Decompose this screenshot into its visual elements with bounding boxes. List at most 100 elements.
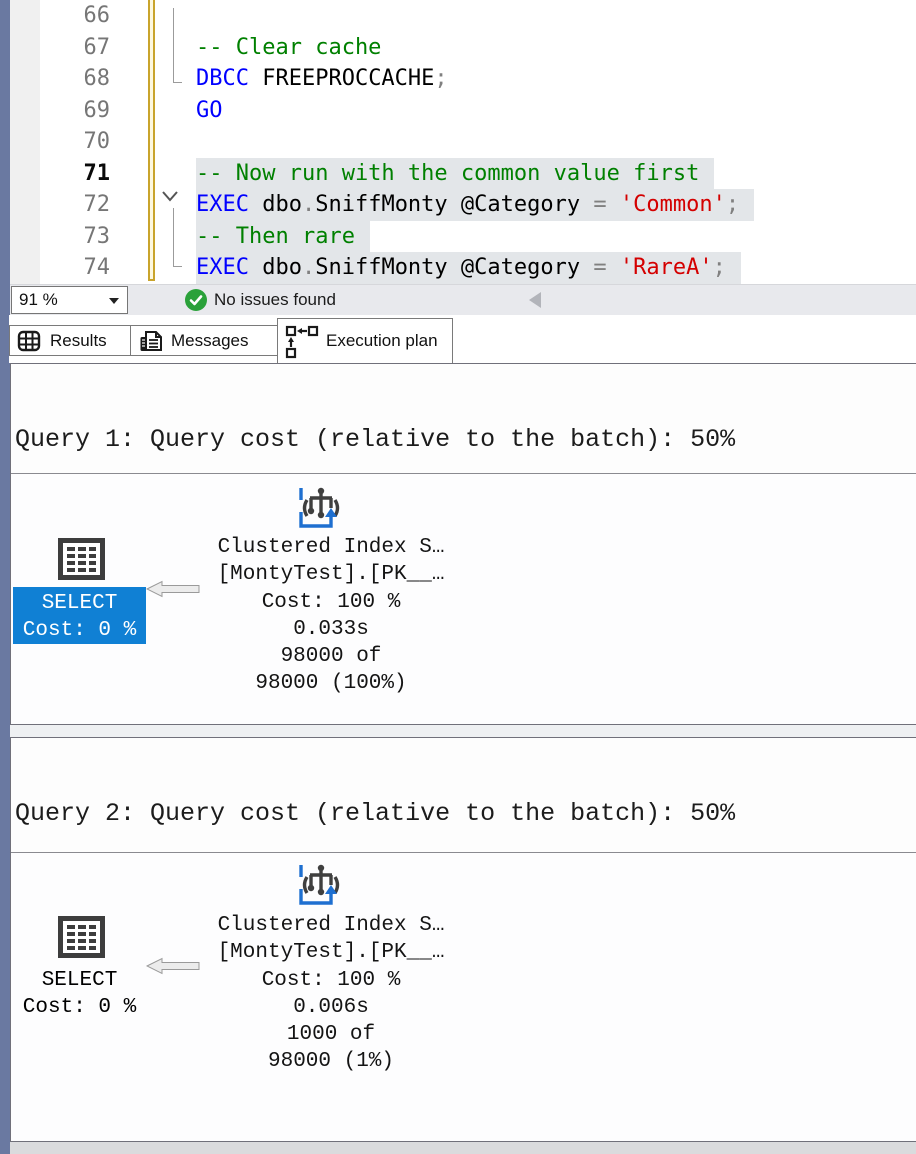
- line-number: 72: [10, 189, 110, 221]
- scan-rows-of: 1000 of: [141, 1021, 521, 1048]
- query2-plan-panel[interactable]: Query 2: Query cost (relative to the bat…: [10, 737, 916, 1142]
- ssms-window: 6667-- Clear cache68DBCC FREEPROCCACHE;6…: [0, 0, 916, 1154]
- token-keyword: GO: [196, 98, 223, 123]
- code-text[interactable]: EXEC dbo.SniffMonty @Category = 'Common'…: [196, 189, 754, 221]
- scan-rows-total: 98000 (100%): [141, 670, 521, 697]
- editor-line-66[interactable]: 66: [10, 0, 916, 32]
- token-op: ;: [713, 255, 726, 280]
- token-op: .: [302, 192, 315, 217]
- query1-statement-header[interactable]: Query 1: Query cost (relative to the bat…: [11, 364, 916, 474]
- line-number: 74: [10, 252, 110, 284]
- line-number: 67: [10, 32, 110, 64]
- sql-editor[interactable]: 6667-- Clear cache68DBCC FREEPROCCACHE;6…: [10, 0, 916, 284]
- code-text[interactable]: GO: [196, 95, 223, 127]
- results-tab-bar: Results Messages: [9, 315, 916, 363]
- outline-bracket[interactable]: [173, 208, 174, 266]
- token-plain: dbo: [249, 255, 302, 280]
- editor-line-70[interactable]: 70: [10, 126, 916, 158]
- scan-operator-name: Clustered Index S…: [141, 912, 521, 939]
- line-number: 69: [10, 95, 110, 127]
- editor-line-67[interactable]: 67 -- Clear cache: [10, 32, 916, 64]
- query1-scan-node-labels[interactable]: Clustered Index S… [MontyTest].[PK__… Co…: [141, 534, 521, 698]
- token-keyword: EXEC: [196, 192, 249, 217]
- token-comment: -- Clear cache: [196, 35, 381, 60]
- editor-line-72[interactable]: 72 EXEC dbo.SniffMonty @Category = 'Commo…: [10, 189, 916, 221]
- query2-scan-node-labels[interactable]: Clustered Index S… [MontyTest].[PK__… Co…: [141, 912, 521, 1076]
- change-tracking-bar: [148, 0, 155, 281]
- tab-messages[interactable]: Messages: [130, 325, 278, 356]
- code-text[interactable]: EXEC dbo.SniffMonty @Category = 'RareA';: [196, 252, 741, 284]
- execution-plan-icon: [285, 325, 319, 364]
- tab-results-label: Results: [50, 326, 107, 355]
- token-op: ;: [726, 192, 739, 217]
- editor-line-69[interactable]: 69 GO: [10, 95, 916, 127]
- scrollbar-left-arrow-icon[interactable]: [529, 292, 541, 308]
- select-result-icon[interactable]: [58, 916, 105, 963]
- tab-execution-plan-label: Execution plan: [326, 326, 438, 355]
- editor-line-68[interactable]: 68 DBCC FREEPROCCACHE;: [10, 63, 916, 95]
- line-number: 70: [10, 126, 110, 158]
- token-op: =: [593, 255, 620, 280]
- select-node-title: SELECT: [13, 590, 146, 617]
- query1-plan-panel[interactable]: Query 1: Query cost (relative to the bat…: [10, 363, 916, 725]
- token-keyword: EXEC: [196, 255, 249, 280]
- query1-select-node[interactable]: SELECT Cost: 0 %: [13, 587, 146, 644]
- chevron-down-icon[interactable]: [109, 298, 119, 304]
- token-plain: SniffMonty @Category: [315, 255, 593, 280]
- status-message: No issues found: [214, 285, 336, 316]
- token-comment: -- Then rare: [196, 224, 355, 249]
- collapse-chevron-icon[interactable]: [160, 186, 180, 204]
- no-issues-check-icon: [185, 289, 207, 311]
- line-number: 68: [10, 63, 110, 95]
- line-number: 73: [10, 221, 110, 253]
- editor-line-74[interactable]: 74 EXEC dbo.SniffMonty @Category = 'RareA…: [10, 252, 916, 284]
- query2-select-node[interactable]: SELECT Cost: 0 %: [13, 964, 146, 1021]
- scan-duration: 0.033s: [141, 616, 521, 643]
- token-op: =: [593, 192, 620, 217]
- scan-rows-total: 98000 (1%): [141, 1048, 521, 1075]
- scan-operator-name: Clustered Index S…: [141, 534, 521, 561]
- code-text[interactable]: -- Now run with the common value first: [196, 158, 714, 190]
- token-op: .: [302, 255, 315, 280]
- outline-bracket-foot: [173, 82, 182, 83]
- code-text[interactable]: DBCC FREEPROCCACHE;: [196, 63, 448, 95]
- query2-cost-line: Query 2: Query cost (relative to the bat…: [15, 799, 916, 828]
- outline-bracket[interactable]: [173, 8, 174, 82]
- select-node-cost: Cost: 0 %: [13, 994, 146, 1021]
- editor-status-bar: 91 % No issues found: [10, 284, 916, 315]
- zoom-level-dropdown[interactable]: 91 %: [11, 286, 128, 314]
- clustered-index-scan-icon[interactable]: [295, 484, 347, 537]
- query1-cost-line: Query 1: Query cost (relative to the bat…: [15, 425, 916, 454]
- token-string: 'RareA': [620, 255, 713, 280]
- messages-icon: [138, 330, 164, 359]
- token-plain: FREEPROCCACHE: [249, 66, 434, 91]
- token-keyword: DBCC: [196, 66, 249, 91]
- scan-duration: 0.006s: [141, 994, 521, 1021]
- token-comment: -- Now run with the common value first: [196, 161, 699, 186]
- results-grid-icon: [17, 330, 41, 357]
- select-node-cost: Cost: 0 %: [13, 617, 146, 644]
- code-text[interactable]: -- Then rare: [196, 221, 370, 253]
- tab-messages-label: Messages: [171, 326, 248, 355]
- outline-bracket-foot: [173, 266, 182, 267]
- tab-execution-plan[interactable]: Execution plan: [277, 318, 453, 363]
- token-string: 'Common': [620, 192, 726, 217]
- zoom-level-value: 91 %: [19, 290, 58, 309]
- select-result-icon[interactable]: [58, 538, 105, 585]
- scan-rows-of: 98000 of: [141, 643, 521, 670]
- token-plain: dbo: [249, 192, 302, 217]
- query2-statement-header[interactable]: Query 2: Query cost (relative to the bat…: [11, 738, 916, 853]
- editor-line-73[interactable]: 73 -- Then rare: [10, 221, 916, 253]
- bottom-scrollbar-area[interactable]: [10, 1142, 916, 1154]
- plan-arrow[interactable]: [146, 957, 200, 980]
- plan-arrow[interactable]: [146, 580, 200, 603]
- token-plain: SniffMonty @Category: [315, 192, 593, 217]
- line-number: 71: [10, 158, 110, 190]
- code-text[interactable]: -- Clear cache: [196, 32, 381, 64]
- clustered-index-scan-icon[interactable]: [295, 861, 347, 914]
- token-op: ;: [434, 66, 447, 91]
- panel-divider: [10, 725, 916, 737]
- editor-line-71[interactable]: 71 -- Now run with the common value first: [10, 158, 916, 190]
- line-number: 66: [10, 0, 110, 32]
- tab-results[interactable]: Results: [9, 325, 131, 356]
